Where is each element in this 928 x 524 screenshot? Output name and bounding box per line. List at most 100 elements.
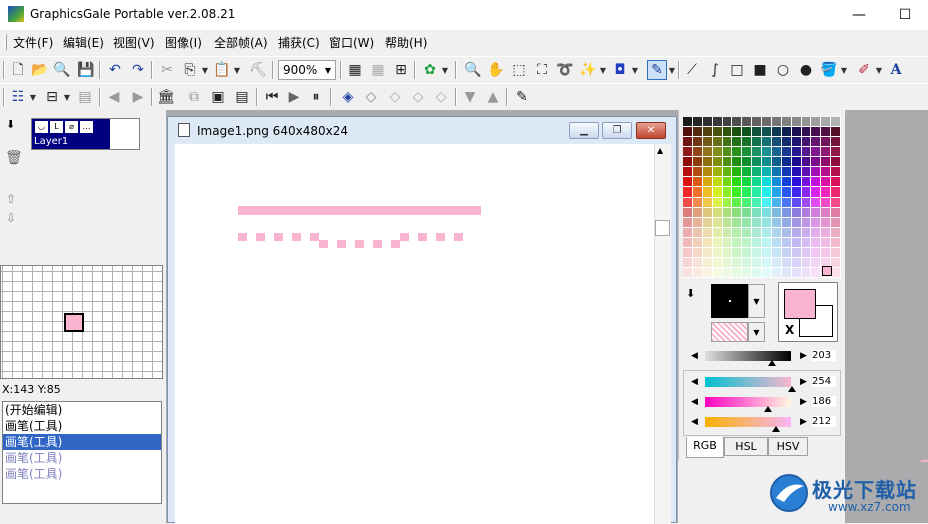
palette-cell[interactable] [742, 217, 753, 228]
palette-cell[interactable] [771, 157, 782, 168]
palette-cell[interactable] [692, 197, 703, 208]
palette-cell[interactable] [692, 137, 703, 148]
palette-cell[interactable] [762, 207, 772, 218]
line-icon[interactable]: ⟋ [682, 60, 702, 80]
palette-cell[interactable] [732, 177, 743, 188]
frame-insert-dropdown-icon[interactable]: ▼ [63, 87, 71, 107]
palette-cell[interactable] [771, 237, 782, 248]
palette-cell[interactable] [781, 157, 792, 168]
menu-all-frames[interactable]: 全部帧(A) [214, 34, 268, 52]
palette-cell[interactable] [821, 127, 832, 138]
palette-cell[interactable] [732, 237, 743, 248]
palette-cell[interactable] [821, 147, 832, 158]
magnifier-icon[interactable]: 🔍 [463, 60, 483, 80]
palette-cell[interactable] [781, 247, 792, 258]
palette-cell[interactable] [752, 217, 762, 228]
palette-cell[interactable] [791, 217, 802, 228]
palette-cell[interactable] [683, 177, 693, 188]
layer-up-arrow-icon[interactable]: ⇧ [6, 192, 16, 206]
open-folder-icon[interactable]: 📂 [30, 60, 50, 80]
palette-cell[interactable] [791, 207, 802, 218]
palette-cell[interactable] [702, 227, 713, 238]
palette-cell[interactable] [801, 237, 812, 248]
palette-cell[interactable] [811, 197, 822, 208]
next-frame-icon[interactable]: ▶ [128, 87, 148, 107]
palette-cell[interactable] [791, 167, 802, 178]
palette-cell[interactable] [752, 207, 762, 218]
palette-cell[interactable] [831, 137, 841, 148]
palette-cell[interactable] [831, 157, 841, 168]
copy-dropdown-icon[interactable]: ▼ [201, 60, 209, 80]
palette-cell[interactable] [801, 267, 812, 278]
color-selector[interactable]: X [778, 282, 838, 342]
history-item[interactable]: (开始编辑) [3, 402, 161, 418]
palette-cell[interactable] [781, 267, 792, 278]
palette-cell[interactable] [712, 257, 723, 268]
play-icon[interactable]: ▶ [284, 87, 304, 107]
palette-cell[interactable] [801, 157, 812, 168]
palette-cell[interactable] [801, 207, 812, 218]
slider-thumb[interactable] [788, 386, 796, 392]
palette-cell[interactable] [762, 217, 772, 228]
tab-hsv[interactable]: HSV [768, 437, 808, 456]
palette-cell[interactable] [831, 167, 841, 178]
palette-cell[interactable] [692, 267, 703, 278]
layer-dup-icon[interactable]: ◇ [361, 87, 381, 107]
magic-wand-icon[interactable]: ✨ [578, 60, 598, 80]
palette-cell[interactable] [722, 167, 733, 178]
palette-cell[interactable] [811, 177, 822, 188]
palette-cell[interactable] [683, 117, 693, 128]
palette-cell[interactable] [831, 117, 841, 128]
lasso-icon[interactable]: ➰ [555, 60, 575, 80]
puzzle-dropdown-icon[interactable]: ▼ [441, 60, 449, 80]
palette-cell[interactable] [821, 157, 832, 168]
palette-cell[interactable] [683, 237, 693, 248]
palette-cell[interactable] [742, 267, 753, 278]
palette-cell[interactable] [821, 117, 832, 128]
visibility-icon[interactable]: ◡ [35, 121, 48, 133]
palette-cell[interactable] [683, 187, 693, 198]
palette-cell[interactable] [722, 237, 733, 248]
palette-cell[interactable] [781, 197, 792, 208]
palette-cell[interactable] [781, 167, 792, 178]
palette-cell[interactable] [712, 127, 723, 138]
palette-cell[interactable] [752, 237, 762, 248]
menu-view[interactable]: 视图(V) [113, 34, 155, 52]
palette-cell[interactable] [811, 167, 822, 178]
palette-cell[interactable] [771, 127, 782, 138]
palette-cell[interactable] [692, 247, 703, 258]
palette-cell[interactable] [791, 197, 802, 208]
menu-edit[interactable]: 编辑(E) [63, 34, 104, 52]
palette-cell[interactable] [742, 207, 753, 218]
palette-cell[interactable] [771, 247, 782, 258]
palette-cell[interactable] [742, 237, 753, 248]
palette-cell[interactable] [683, 167, 693, 178]
rectangle-icon[interactable]: □ [727, 60, 747, 80]
palette-cell[interactable] [831, 187, 841, 198]
menu-image[interactable]: 图像(I) [165, 34, 202, 52]
filled-rectangle-icon[interactable]: ■ [750, 60, 770, 80]
palette-cell[interactable] [712, 167, 723, 178]
palette-cell[interactable] [771, 187, 782, 198]
palette-cell[interactable] [831, 147, 841, 158]
palette-cell[interactable] [781, 177, 792, 188]
slider-right-arrow-icon[interactable]: ▶ [800, 377, 807, 387]
layer-delete-icon[interactable]: ◇ [385, 87, 405, 107]
palette-cell[interactable] [742, 137, 753, 148]
scroll-up-icon[interactable]: ▲ [657, 146, 663, 155]
gradient-icon[interactable]: ✐ [854, 60, 874, 80]
palette-cell[interactable] [752, 147, 762, 158]
palette-cell[interactable] [811, 247, 822, 258]
palette-cell[interactable] [722, 187, 733, 198]
rect-select-icon[interactable]: ⬚ [509, 60, 529, 80]
pattern-dropdown-icon[interactable]: ▼ [748, 322, 765, 342]
palette-cell[interactable] [722, 207, 733, 218]
palette-cell[interactable] [712, 147, 723, 158]
palette-cell[interactable] [752, 267, 762, 278]
history-list[interactable]: (开始编辑) 画笔(工具) 画笔(工具) 画笔(工具) 画笔(工具) [2, 401, 162, 504]
palette-cell[interactable] [692, 157, 703, 168]
palette-cell[interactable] [771, 197, 782, 208]
palette-cell[interactable] [791, 147, 802, 158]
undo-icon[interactable]: ↶ [105, 60, 125, 80]
palette-cell[interactable] [702, 137, 713, 148]
